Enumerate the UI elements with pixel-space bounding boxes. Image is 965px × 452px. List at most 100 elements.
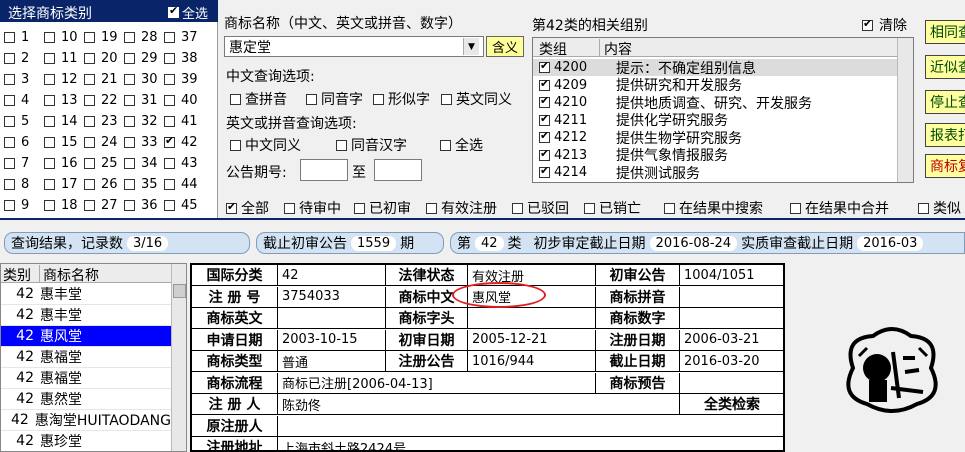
category-checkbox-18[interactable]: 18 [44, 197, 88, 213]
option-checkbox[interactable]: 中文同义 [230, 135, 301, 155]
groups-scrollbar[interactable] [897, 38, 913, 182]
category-checkbox-36[interactable]: 36 [124, 197, 168, 213]
results-scrollbar[interactable] [171, 264, 186, 451]
right-button-1[interactable]: 相同查 [925, 20, 965, 44]
category-checkbox-1[interactable]: 1 [4, 29, 48, 45]
trademark-name-combobox[interactable]: 惠定堂 ▼ [224, 36, 484, 57]
result-row[interactable]: 42 惠福堂 [1, 368, 171, 389]
issue-from-input[interactable] [300, 159, 348, 181]
category-checkbox-29[interactable]: 29 [124, 50, 168, 66]
category-checkbox-31[interactable]: 31 [124, 92, 168, 108]
category-checkbox-41[interactable]: 41 [164, 113, 208, 129]
filter-checkbox[interactable]: 类似 [918, 198, 961, 218]
category-checkbox-9[interactable]: 9 [4, 197, 48, 213]
category-checkbox-39[interactable]: 39 [164, 71, 208, 87]
category-checkbox-35[interactable]: 35 [124, 176, 168, 192]
right-button-4[interactable]: 报表打 [925, 123, 965, 147]
result-row[interactable]: 42 惠丰堂 [1, 305, 171, 326]
group-row[interactable]: 4214 提供测试服务 [533, 164, 913, 182]
result-row[interactable]: 42 惠珍堂 [1, 431, 171, 451]
filter-checkbox[interactable]: 待审中 [284, 198, 341, 218]
group-row[interactable]: 4212提供生物学研究服务 [533, 129, 913, 147]
category-checkbox-19[interactable]: 19 [84, 29, 128, 45]
category-checkbox-28[interactable]: 28 [124, 29, 168, 45]
category-checkbox-12[interactable]: 12 [44, 71, 88, 87]
category-checkbox-33[interactable]: 33 [124, 134, 168, 150]
result-row[interactable]: 42 惠然堂 [1, 389, 171, 410]
category-checkbox-44[interactable]: 44 [164, 176, 208, 192]
category-checkbox-20[interactable]: 20 [84, 50, 128, 66]
category-checkbox-14[interactable]: 14 [44, 113, 88, 129]
option-checkbox[interactable]: 同音汉字 [336, 135, 407, 155]
category-checkbox-43[interactable]: 43 [164, 155, 208, 171]
groups-header: 类组 内容 [533, 38, 913, 58]
category-checkbox-26[interactable]: 26 [84, 176, 128, 192]
category-checkbox-22[interactable]: 22 [84, 92, 128, 108]
category-checkbox-8[interactable]: 8 [4, 176, 48, 192]
chevron-down-icon[interactable]: ▼ [463, 38, 479, 55]
select-all-checkbox[interactable]: 全选 [168, 3, 208, 22]
category-checkbox-21[interactable]: 21 [84, 71, 128, 87]
results-scroll-thumb[interactable] [173, 284, 186, 298]
category-checkbox-3[interactable]: 3 [4, 71, 48, 87]
group-row[interactable]: 4209提供研究和开发服务 [533, 77, 913, 94]
category-checkbox-32[interactable]: 32 [124, 113, 168, 129]
original-registrant-value [278, 416, 783, 437]
result-row[interactable]: 42 惠风堂 [1, 326, 171, 347]
option-checkbox[interactable]: 形似字 [373, 89, 430, 109]
clear-checkbox[interactable]: 清除 [862, 15, 907, 35]
right-button-3[interactable]: 停止查 [925, 90, 965, 114]
category-checkbox-24[interactable]: 24 [84, 134, 128, 150]
category-checkbox-10[interactable]: 10 [44, 29, 88, 45]
group-row[interactable]: 4210提供地质调查、研究、开发服务 [533, 94, 913, 112]
meaning-button[interactable]: 含义 [486, 36, 524, 57]
group-row[interactable]: 4213提供气象情报服务 [533, 147, 913, 164]
filter-checkbox[interactable]: 在结果中搜索 [664, 198, 763, 218]
issue-to-input[interactable] [374, 159, 422, 181]
category-checkbox-27[interactable]: 27 [84, 197, 128, 213]
category-checkbox-25[interactable]: 25 [84, 155, 128, 171]
filter-checkbox[interactable]: 已销亡 [584, 198, 641, 218]
category-checkbox-37[interactable]: 37 [164, 29, 208, 45]
en-name-label: 商标英文 [192, 308, 278, 329]
right-button-2[interactable]: 近似查 [925, 55, 965, 79]
result-row[interactable]: 42 惠淘堂HUITAODANG [1, 410, 171, 431]
right-button-5[interactable]: 商标复 [925, 154, 965, 178]
option-checkbox[interactable]: 同音字 [306, 89, 363, 109]
category-checkbox-42[interactable]: 42 [164, 134, 208, 150]
category-checkbox-13[interactable]: 13 [44, 92, 88, 108]
filter-checkbox[interactable]: 已驳回 [512, 198, 569, 218]
filter-checkbox[interactable]: 全部 [226, 198, 269, 218]
category-checkbox-30[interactable]: 30 [124, 71, 168, 87]
category-checkbox-7[interactable]: 7 [4, 155, 48, 171]
category-checkbox-4[interactable]: 4 [4, 92, 48, 108]
group-row[interactable]: 4200提示：不确定组别信息 [533, 59, 913, 77]
category-checkbox-23[interactable]: 23 [84, 113, 128, 129]
checkbox-icon [4, 115, 15, 127]
category-checkbox-6[interactable]: 6 [4, 134, 48, 150]
filter-checkbox[interactable]: 在结果中合并 [790, 198, 889, 218]
option-checkbox[interactable]: 查拼音 [230, 89, 287, 109]
category-checkbox-38[interactable]: 38 [164, 50, 208, 66]
category-checkbox-40[interactable]: 40 [164, 92, 208, 108]
category-checkbox-15[interactable]: 15 [44, 134, 88, 150]
option-checkbox[interactable]: 英文同义 [441, 89, 512, 109]
category-checkbox-11[interactable]: 11 [44, 50, 88, 66]
filter-checkbox[interactable]: 有效注册 [426, 198, 497, 218]
filter-checkbox[interactable]: 已初审 [354, 198, 411, 218]
result-row[interactable]: 42 惠丰堂 [1, 284, 171, 305]
option-checkbox[interactable]: 全选 [440, 135, 483, 155]
category-checkbox-34[interactable]: 34 [124, 155, 168, 171]
group-code: 4209 [554, 77, 588, 93]
group-row[interactable]: 4211提供化学研究服务 [533, 112, 913, 129]
all-class-search-button[interactable]: 全类检索 [680, 394, 783, 415]
category-number: 31 [141, 92, 158, 108]
category-checkbox-2[interactable]: 2 [4, 50, 48, 66]
result-class: 42 [16, 391, 34, 407]
category-checkbox-17[interactable]: 17 [44, 176, 88, 192]
category-checkbox-5[interactable]: 5 [4, 113, 48, 129]
category-checkbox-16[interactable]: 16 [44, 155, 88, 171]
category-checkbox-45[interactable]: 45 [164, 197, 208, 213]
checkbox-icon [539, 129, 550, 143]
result-row[interactable]: 42 惠福堂 [1, 347, 171, 368]
